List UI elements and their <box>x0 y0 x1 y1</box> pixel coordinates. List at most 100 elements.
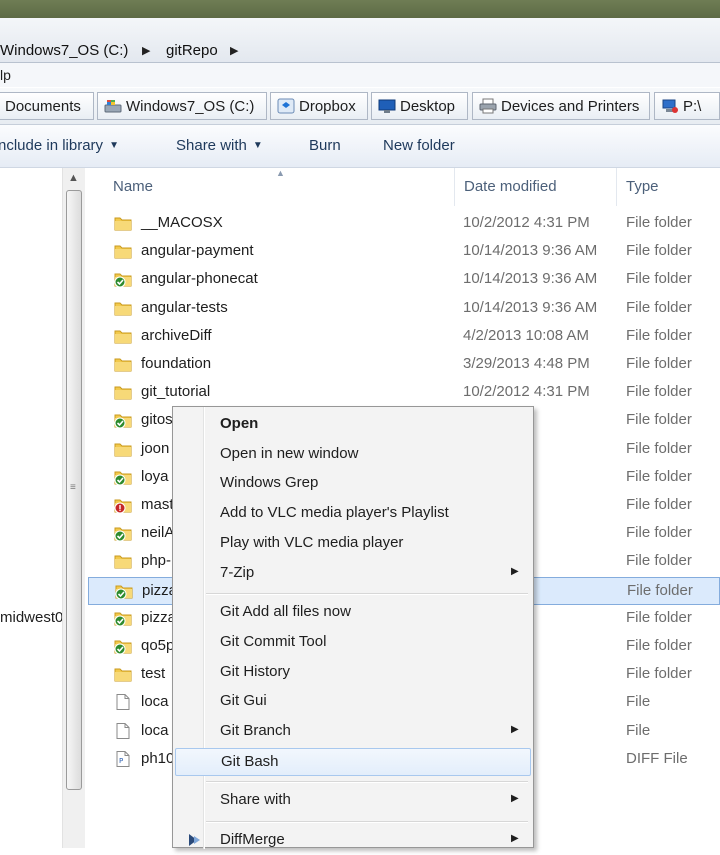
network-drive-icon <box>662 99 678 113</box>
navigation-scrollbar[interactable]: ▲ ≡ <box>62 168 85 848</box>
scroll-up-arrow-icon[interactable]: ▲ <box>68 172 79 184</box>
breadcrumb-arrow-icon[interactable]: ▶ <box>142 44 150 57</box>
file-date-modified: 10/14/2013 9:36 AM <box>463 242 598 260</box>
submenu-arrow-icon: ▶ <box>511 724 519 735</box>
folder-icon <box>114 384 132 400</box>
file-name: loya <box>141 467 169 485</box>
menu-item-git-gui[interactable]: Git Gui <box>175 688 531 716</box>
menu-item-label: Git Gui <box>220 692 267 710</box>
file-type: File folder <box>626 270 692 288</box>
file-type: File folder <box>626 552 692 570</box>
file-date-modified: 10/2/2012 4:31 PM <box>463 383 590 401</box>
file-name: angular-phonecat <box>141 270 258 288</box>
favorite-dropbox[interactable]: Dropbox <box>270 92 368 120</box>
folder-icon <box>114 553 132 569</box>
menu-item-play-with-vlc-media-player[interactable]: Play with VLC media player <box>175 530 531 558</box>
menu-item-label: Share with <box>220 791 291 809</box>
file-name: php- <box>141 552 172 570</box>
submenu-arrow-icon: ▶ <box>511 565 519 577</box>
menu-item-git-bash[interactable]: Git Bash <box>175 747 531 776</box>
git-folder-clean-icon <box>115 583 133 600</box>
file-row[interactable]: foundation 3/29/2013 4:48 PM File folder <box>88 351 720 379</box>
file-name: neilA <box>141 524 175 542</box>
favorite-devices-and-printers[interactable]: Devices and Printers <box>472 92 650 120</box>
address-bar[interactable]: Windows7_OS (C:) ▶ gitRepo ▶ <box>0 18 720 63</box>
menu-item-git-history[interactable]: Git History <box>175 659 531 687</box>
file-date-modified: 10/14/2013 9:36 AM <box>463 298 598 316</box>
menu-item-7-zip[interactable]: 7-Zip ▶ <box>175 560 531 588</box>
file-row[interactable]: angular-payment 10/14/2013 9:36 AM File fo… <box>88 238 720 266</box>
file-name: loca <box>141 693 169 711</box>
breadcrumb-gitrepo[interactable]: gitRepo <box>166 42 218 59</box>
menu-item-open[interactable]: Open <box>175 411 531 439</box>
favorite-label: Documents <box>5 97 81 115</box>
share-with-button[interactable]: Share with ▼ <box>176 137 263 154</box>
file-date-modified: 4/2/2013 10:08 AM <box>463 326 589 344</box>
file-type: File folder <box>626 439 692 457</box>
scrollbar-thumb[interactable]: ≡ <box>66 190 82 790</box>
menu-item-label: Open <box>220 415 259 432</box>
file-row[interactable]: git_tutorial 10/2/2012 4:31 PM File folder <box>88 379 720 407</box>
include-in-library-button[interactable]: nclude in library ▼ <box>0 137 119 154</box>
menu-separator <box>206 821 528 824</box>
column-header-name[interactable]: Name <box>113 178 153 195</box>
new-folder-button[interactable]: New folder <box>383 137 455 154</box>
submenu-arrow-icon: ▶ <box>511 833 519 845</box>
grip-icon: ≡ <box>70 482 76 493</box>
file-type: File folder <box>626 524 692 542</box>
git-folder-clean-icon <box>114 469 132 486</box>
menu-item-windows-grep[interactable]: Windows Grep <box>175 470 531 498</box>
file-name: pizza <box>141 608 177 626</box>
file-type: File folder <box>626 214 692 231</box>
nav-item-midwest[interactable]: midwest0 <box>0 609 63 626</box>
file-type: File folder <box>626 467 692 485</box>
column-header-date-modified[interactable]: Date modified <box>464 178 557 195</box>
drive-icon <box>104 100 122 113</box>
burn-button[interactable]: Burn <box>309 137 341 154</box>
file-row[interactable]: __MACOSX 10/2/2012 4:31 PM File folder <box>88 210 720 238</box>
file-type: File folder <box>626 298 692 316</box>
file-name: angular-payment <box>141 242 254 260</box>
file-date-modified: 10/2/2012 4:31 PM <box>463 214 590 231</box>
menu-item-label: Windows Grep <box>220 474 319 492</box>
menu-help[interactable]: lp <box>0 67 11 83</box>
file-row[interactable]: angular-phonecat 10/14/2013 9:36 AM File f… <box>88 266 720 294</box>
menu-separator <box>206 593 528 596</box>
menu-item-label: Git History <box>220 662 291 680</box>
window-title-bar <box>0 0 720 19</box>
favorites-bar: Documents Windows7_OS (C:) Dropbox Deskt… <box>0 88 720 125</box>
file-type: File folder <box>626 637 692 654</box>
folder-icon <box>114 666 132 682</box>
favorite-label: Windows7_OS (C:) <box>126 97 255 115</box>
menu-item-label: Add to VLC media player's Playlist <box>220 504 449 522</box>
file-type: File folder <box>626 608 692 626</box>
menu-item-git-add-all-files-now[interactable]: Git Add all files now <box>175 599 531 627</box>
menu-item-git-branch[interactable]: Git Branch ▶ <box>175 718 531 746</box>
breadcrumb-drive[interactable]: Windows7_OS (C:) <box>0 42 128 59</box>
favorite-windows7-os[interactable]: Windows7_OS (C:) <box>97 92 267 120</box>
file-type: File folder <box>626 496 692 513</box>
column-divider[interactable] <box>454 168 455 206</box>
menu-item-label: Open in new window <box>220 444 359 462</box>
menu-item-share-with[interactable]: Share with ▶ <box>175 787 531 815</box>
menu-item-label: Git Add all files now <box>220 603 351 621</box>
file-row[interactable]: angular-tests 10/14/2013 9:36 AM File fold… <box>88 295 720 323</box>
menu-item-git-commit-tool[interactable]: Git Commit Tool <box>175 629 531 657</box>
menu-item-add-to-vlc-media-player-s-playlist[interactable]: Add to VLC media player's Playlist <box>175 500 531 528</box>
menu-item-diffmerge[interactable]: DiffMerge ▶ <box>175 827 531 855</box>
chevron-down-icon: ▼ <box>252 140 263 151</box>
diff-file-icon: P <box>114 750 132 767</box>
menu-separator <box>206 781 528 784</box>
favorite-p-drive[interactable]: P:\ <box>654 92 720 120</box>
breadcrumb-arrow-icon[interactable]: ▶ <box>230 44 238 57</box>
favorite-documents[interactable]: Documents <box>0 92 94 120</box>
file-row[interactable]: archiveDiff 4/2/2013 10:08 AM File folder <box>88 323 720 351</box>
column-divider[interactable] <box>616 168 617 206</box>
chevron-down-icon: ▼ <box>109 140 119 151</box>
menu-item-label: DiffMerge <box>220 831 285 849</box>
share-with-label: Share with <box>176 137 247 154</box>
menu-item-open-in-new-window[interactable]: Open in new window <box>175 441 531 469</box>
favorite-desktop[interactable]: Desktop <box>371 92 468 120</box>
column-header-type[interactable]: Type <box>626 178 659 195</box>
submenu-arrow-icon: ▶ <box>511 793 519 805</box>
